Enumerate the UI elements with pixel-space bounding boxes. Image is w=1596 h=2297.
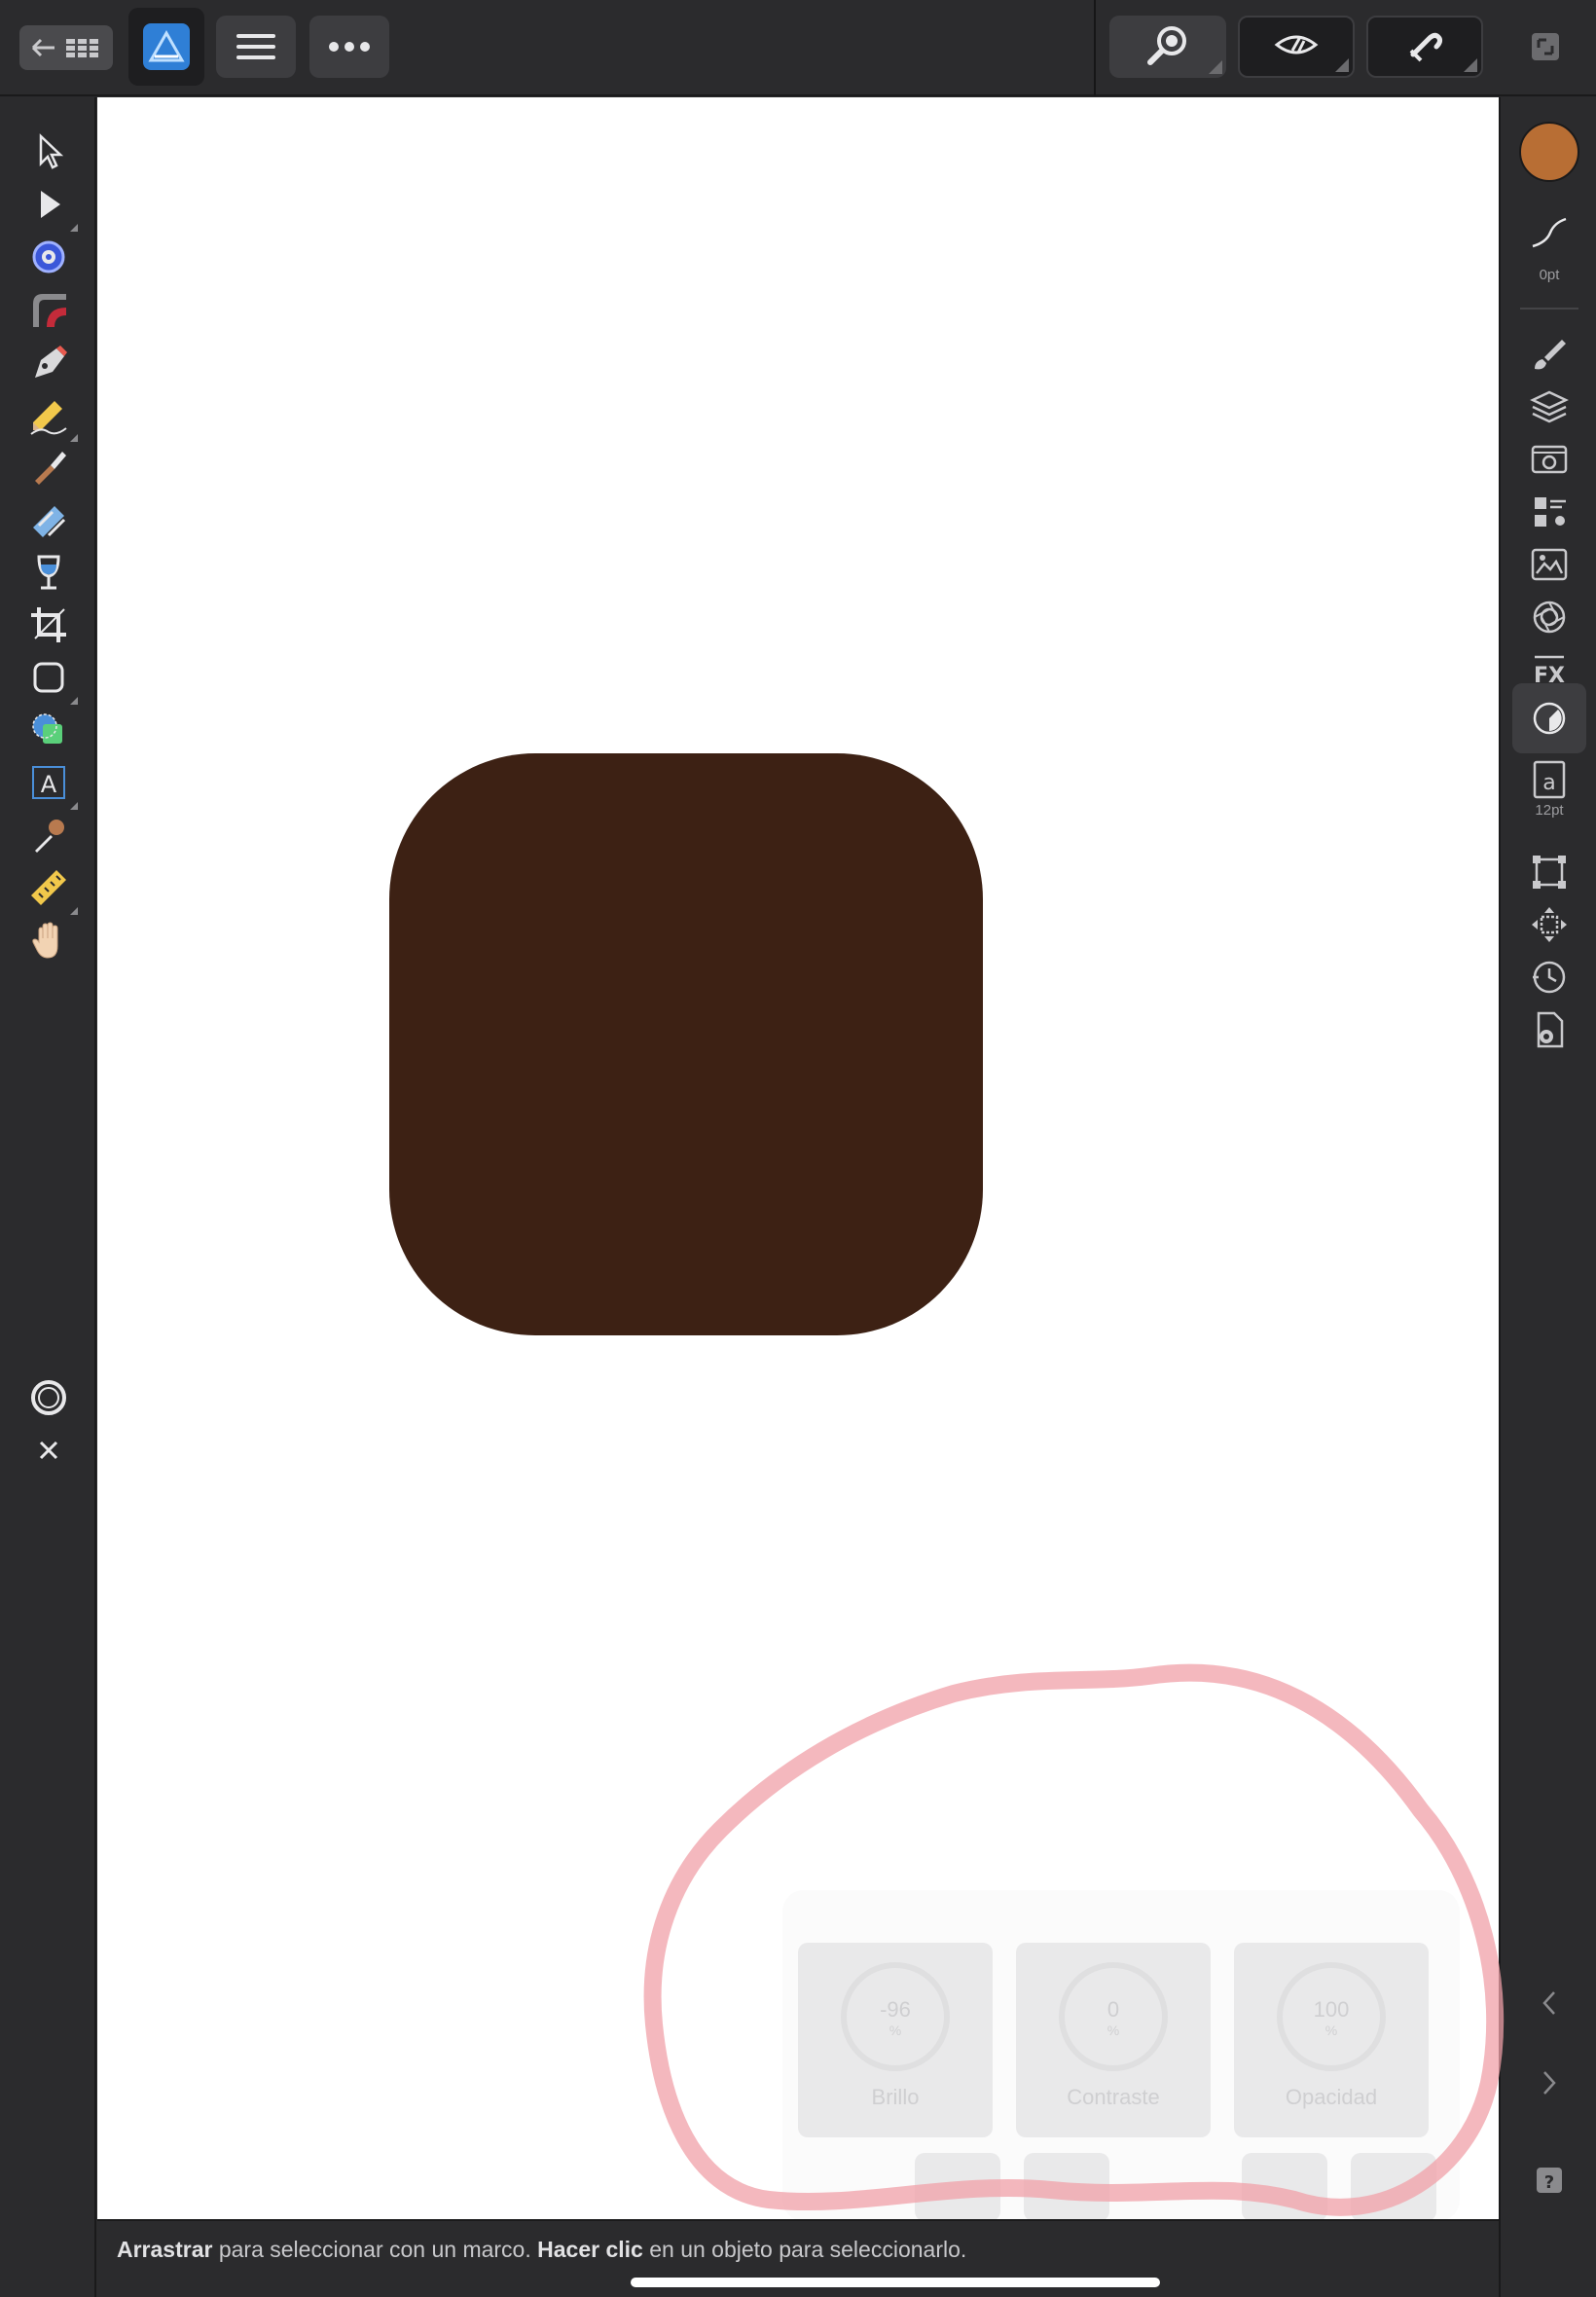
svg-text:?: ?: [1544, 2172, 1554, 2193]
delete-button[interactable]: [1024, 2153, 1109, 2219]
affinity-designer-icon: [143, 23, 190, 70]
document-settings-icon[interactable]: [1522, 1003, 1577, 1057]
home-indicator[interactable]: [631, 2278, 1160, 2287]
more-dots-icon: [329, 42, 370, 52]
fill-color-swatch[interactable]: [1518, 121, 1580, 183]
app-window: A -96 % Brillo 0 % Contraste 100 % Opaci…: [0, 0, 1596, 2297]
status-drag-keyword: Arrastrar: [117, 2237, 213, 2262]
contrast-value: 0: [1106, 1997, 1120, 2022]
pencil-tool-icon[interactable]: [19, 385, 78, 444]
status-click-text: en un objeto para seleccionarlo.: [642, 2237, 967, 2262]
chevron-right-icon[interactable]: [1522, 2056, 1577, 2110]
studio-panel-bar: 0pt FX a 12pt ?: [1499, 97, 1596, 2297]
snapping-panel-icon[interactable]: [1522, 590, 1577, 644]
opacity-label: Opacidad: [1285, 2085, 1378, 2109]
appearance-panel-icon[interactable]: [1522, 485, 1577, 539]
pen-tool-icon[interactable]: [19, 333, 78, 391]
text-size-label: 12pt: [1535, 802, 1564, 819]
artistic-text-tool-icon[interactable]: A: [19, 753, 78, 812]
vector-brush-tool-icon[interactable]: [19, 438, 78, 496]
fill-tool-icon[interactable]: [19, 491, 78, 549]
arrow-left-icon: [31, 38, 98, 57]
window-toggle-icon: [1532, 33, 1559, 60]
toolbar-separator: [1094, 0, 1096, 96]
contrast-label: Contraste: [1067, 2085, 1160, 2109]
zoom-icon: [1147, 26, 1186, 65]
move-tool-icon[interactable]: [19, 123, 78, 181]
quick-menu-circle-icon[interactable]: [19, 1368, 78, 1427]
grid-icon: [66, 39, 98, 57]
transform-panel-icon[interactable]: [1522, 845, 1577, 899]
document-canvas[interactable]: -96 % Brillo 0 % Contraste 100 % Opacida…: [97, 97, 1499, 2219]
brightness-control[interactable]: -96 % Brillo: [798, 1943, 993, 2137]
stock-panel-icon[interactable]: [1522, 432, 1577, 487]
chevron-left-icon[interactable]: [1522, 1976, 1577, 2030]
rectangle-tool-icon[interactable]: [19, 648, 78, 707]
gradient-tool-icon[interactable]: [19, 280, 78, 339]
crop-tool-icon[interactable]: [19, 596, 78, 654]
view-mode-button[interactable]: [1238, 16, 1355, 78]
reset-button[interactable]: [1351, 2153, 1436, 2219]
assets-panel-icon[interactable]: [1522, 537, 1577, 592]
status-click-keyword: Hacer clic: [537, 2237, 643, 2262]
brightness-label: Brillo: [871, 2085, 920, 2109]
layers-panel-icon[interactable]: [1522, 380, 1577, 434]
contrast-unit: %: [1106, 2023, 1120, 2038]
svg-text:A: A: [41, 771, 57, 798]
close-icon[interactable]: [19, 1421, 78, 1479]
context-toolbar: -96 % Brillo 0 % Contraste 100 % Opacida…: [782, 1890, 1460, 2219]
color-picker-tool-icon[interactable]: [19, 806, 78, 864]
opacity-unit: %: [1324, 2023, 1338, 2038]
brightness-unit: %: [889, 2023, 902, 2038]
shape-builder-icon[interactable]: [19, 701, 78, 759]
rounded-rectangle-shape[interactable]: [389, 753, 983, 1335]
view-mode-icon: [1274, 35, 1319, 55]
brightness-value: -96: [880, 1997, 911, 2022]
status-hint: Arrastrar para seleccionar con un marco.…: [117, 2237, 966, 2263]
status-bar: Arrastrar para seleccionar con un marco.…: [97, 2219, 1499, 2297]
text-panel-icon[interactable]: a: [1522, 759, 1577, 802]
tools-panel: A: [0, 97, 96, 2297]
help-icon[interactable]: ?: [1522, 2153, 1577, 2207]
top-toolbar: [0, 0, 1596, 96]
main-menu-button[interactable]: [216, 16, 296, 78]
snapping-magnet-icon: [1409, 32, 1443, 62]
stroke-width-label: 0pt: [1539, 267, 1560, 283]
contrast-control[interactable]: 0 % Contraste: [1016, 1943, 1211, 2137]
back-to-documents-button[interactable]: [19, 25, 113, 70]
persona-button[interactable]: [128, 8, 204, 86]
stroke-width-icon[interactable]: [1522, 206, 1577, 261]
studio-divider: [1520, 308, 1578, 310]
hamburger-menu-icon: [236, 34, 275, 59]
brushes-panel-icon[interactable]: [1522, 327, 1577, 382]
window-toggle-button[interactable]: [1518, 16, 1573, 78]
zoom-button[interactable]: [1109, 16, 1226, 78]
view-hand-tool-icon[interactable]: [19, 911, 78, 969]
svg-text:a: a: [1542, 771, 1555, 795]
opacity-control[interactable]: 100 % Opacidad: [1234, 1943, 1429, 2137]
adjustments-panel-icon[interactable]: [1512, 683, 1586, 753]
history-panel-icon[interactable]: [1522, 950, 1577, 1004]
transparency-tool-icon[interactable]: [19, 543, 78, 602]
measure-tool-icon[interactable]: [19, 858, 78, 917]
more-options-button[interactable]: [309, 16, 389, 78]
navigator-panel-icon[interactable]: [1522, 897, 1577, 952]
opacity-value: 100: [1313, 1997, 1350, 2022]
snapping-button[interactable]: [1366, 16, 1483, 78]
node-tool-icon[interactable]: [19, 175, 78, 234]
status-drag-text: para seleccionar con un marco.: [212, 2237, 538, 2262]
mask-button[interactable]: [1242, 2153, 1327, 2219]
corner-tool-icon[interactable]: [19, 228, 78, 286]
edit-button[interactable]: [915, 2153, 1000, 2219]
